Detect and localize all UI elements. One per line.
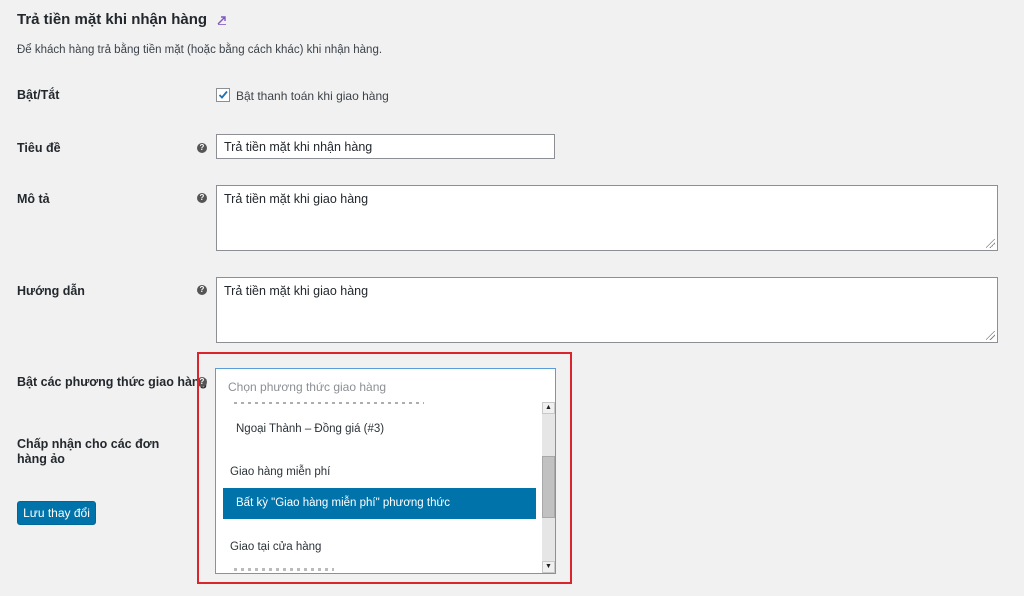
enable-checkbox-label[interactable]: Bật thanh toán khi giao hàng — [236, 89, 389, 103]
shipping-methods-search[interactable]: Chọn phương thức giao hàng — [228, 380, 386, 394]
description-label: Mô tả — [17, 192, 50, 206]
enable-checkbox[interactable] — [216, 88, 230, 102]
title-input[interactable]: Trả tiền mặt khi nhận hàng — [216, 134, 555, 159]
list-group-header: Giao tại cửa hàng — [230, 541, 322, 553]
list-item[interactable]: Ngoại Thành – Đồng giá (#3) — [236, 423, 542, 435]
shipping-methods-select[interactable]: Chọn phương thức giao hàng Ngoại Thành –… — [215, 368, 556, 574]
scroll-down-arrow-icon[interactable]: ▼ — [542, 561, 555, 573]
section-title: Trả tiền mặt khi nhận hàng — [17, 11, 227, 29]
instructions-value: Trả tiền mặt khi giao hàng — [224, 284, 369, 298]
list-group-header: Giao hàng miễn phí — [230, 466, 331, 478]
question-circle-icon[interactable]: ? — [197, 143, 207, 153]
scrollbar-thumb[interactable] — [542, 456, 555, 518]
dropdown-scrollbar[interactable]: ▲ ▼ — [542, 402, 555, 573]
save-button[interactable]: Lưu thay đổi — [17, 501, 96, 525]
up-arrow-link-icon[interactable] — [217, 12, 227, 29]
description-value: Trả tiền mặt khi giao hàng — [224, 192, 369, 206]
list-item-partial — [234, 402, 424, 406]
enable-label: Bật/Tắt — [17, 88, 60, 102]
title-label: Tiêu đề — [17, 141, 61, 155]
checkmark-icon — [218, 90, 228, 99]
resize-handle-icon[interactable] — [986, 331, 995, 340]
list-item-highlighted[interactable]: Bất kỳ "Giao hàng miễn phí" phương thức — [223, 488, 536, 519]
list-item-label: Bất kỳ "Giao hàng miễn phí" phương thức — [236, 497, 450, 509]
question-circle-icon[interactable]: ? — [197, 193, 207, 203]
list-item-partial — [234, 568, 334, 571]
section-description: Để khách hàng trả bằng tiền mặt (hoặc bằ… — [17, 44, 383, 56]
resize-handle-icon[interactable] — [986, 239, 995, 248]
description-textarea[interactable]: Trả tiền mặt khi giao hàng — [216, 185, 998, 251]
question-circle-icon[interactable]: ? — [197, 285, 207, 295]
scroll-up-arrow-icon[interactable]: ▲ — [542, 402, 555, 414]
virtual-orders-label: Chấp nhận cho các đơn hàng ảo — [17, 437, 160, 466]
shipping-methods-list: Ngoại Thành – Đồng giá (#3) Giao hàng mi… — [222, 402, 542, 573]
shipping-methods-label: Bật các phương thức giao hàng — [17, 375, 208, 389]
instructions-label: Hướng dẫn — [17, 284, 85, 298]
instructions-textarea[interactable]: Trả tiền mặt khi giao hàng — [216, 277, 998, 343]
